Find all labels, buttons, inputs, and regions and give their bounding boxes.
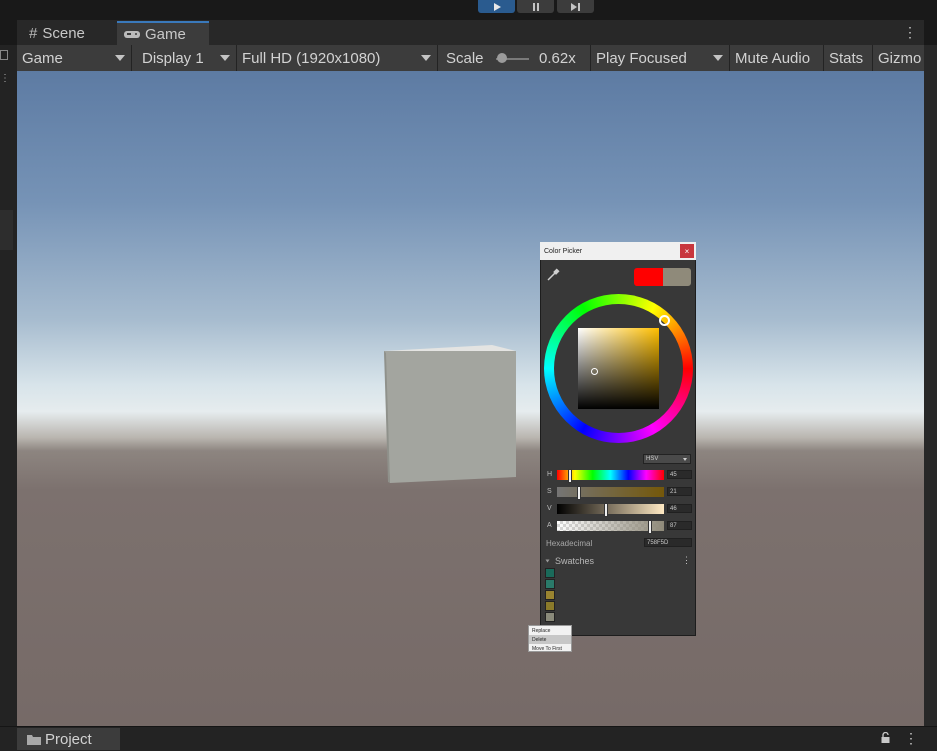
foldout-arrow-icon: [545, 559, 550, 563]
swatch[interactable]: [545, 579, 555, 589]
tab-scene[interactable]: # Scene: [25, 21, 117, 45]
pause-icon: [532, 2, 539, 11]
play-icon: [493, 2, 501, 11]
color-picker-title: Color Picker: [544, 247, 583, 255]
mute-audio-label: Mute Audio: [735, 49, 811, 67]
current-color-swatch: [634, 268, 663, 286]
play-button[interactable]: [478, 0, 515, 13]
hex-input[interactable]: 758F5D: [644, 538, 692, 547]
scale-slider-handle[interactable]: [497, 53, 507, 63]
tab-scene-label: Scene: [42, 24, 85, 42]
resolution-dropdown[interactable]: Full HD (1920x1080): [237, 45, 438, 71]
swatches-menu-icon[interactable]: ⋮: [682, 555, 691, 566]
swatch[interactable]: [545, 590, 555, 600]
slider-a-value[interactable]: 87: [667, 521, 692, 530]
tab-project-label: Project: [45, 730, 92, 748]
chevron-down-icon: [115, 55, 125, 61]
slider-v-track[interactable]: [557, 504, 664, 514]
menu-dots-icon[interactable]: ⋮: [0, 74, 10, 89]
tab-game[interactable]: Game: [117, 21, 209, 45]
slider-v-handle[interactable]: [604, 503, 609, 517]
slider-a[interactable]: A 87: [546, 520, 692, 534]
swatch[interactable]: [545, 568, 555, 578]
play-focus-label: Play Focused: [596, 49, 687, 67]
chevron-down-icon: [421, 55, 431, 61]
swatches-foldout[interactable]: Swatches ⋮: [545, 555, 692, 568]
stats-toggle[interactable]: Stats: [824, 45, 873, 71]
chevron-down-icon: [220, 55, 230, 61]
slider-h-handle[interactable]: [568, 469, 573, 483]
hue-wheel-handle[interactable]: [659, 315, 670, 326]
layout-icon: [0, 50, 8, 60]
scale-control: Scale 0.62x: [438, 45, 591, 71]
slider-s-handle[interactable]: [577, 486, 582, 500]
slider-v-label: V: [547, 505, 552, 512]
slider-s-track[interactable]: [557, 487, 664, 497]
saturation-value-square[interactable]: [578, 328, 659, 409]
slider-h-track[interactable]: [557, 470, 664, 480]
close-icon: ×: [684, 246, 690, 256]
menu-item-delete[interactable]: Delete: [529, 635, 571, 644]
display-dropdown[interactable]: Display 1: [132, 45, 237, 71]
gamepad-icon: [124, 31, 140, 38]
stats-label: Stats: [829, 49, 864, 67]
swatch[interactable]: [545, 601, 555, 611]
slider-a-handle[interactable]: [648, 520, 653, 534]
gizmos-toggle[interactable]: Gizmo: [873, 45, 924, 71]
right-panel-edge: [924, 45, 937, 750]
color-picker-titlebar[interactable]: Color Picker: [540, 242, 696, 260]
menu-item-replace[interactable]: Replace: [529, 626, 571, 635]
scale-label: Scale: [446, 49, 484, 67]
folder-icon: [27, 734, 41, 745]
swatch-list: [545, 568, 556, 624]
slider-h-label: H: [547, 471, 553, 478]
chevron-down-icon: [683, 458, 687, 461]
color-mode-label: HSV: [646, 456, 659, 462]
swatch-context-menu: Replace Delete Move To First: [528, 625, 572, 652]
sv-handle[interactable]: [591, 368, 598, 375]
tab-project[interactable]: Project: [17, 728, 120, 750]
close-button[interactable]: ×: [680, 244, 694, 258]
chevron-down-icon: [713, 55, 723, 61]
more-options-icon[interactable]: ⋮: [904, 730, 918, 747]
bottom-panel-bar: [0, 726, 937, 751]
cube-object: [384, 345, 516, 483]
hex-label: Hexadecimal: [546, 539, 593, 548]
slider-h-value[interactable]: 45: [667, 470, 692, 479]
more-options-icon[interactable]: ⋮: [903, 24, 917, 41]
menu-item-move-to-first[interactable]: Move To First: [529, 644, 571, 653]
previous-color-swatch[interactable]: [663, 268, 691, 286]
eyedropper-icon[interactable]: [546, 268, 560, 282]
grid-icon: #: [29, 24, 38, 42]
swatches-label: Swatches: [555, 556, 595, 566]
swatch[interactable]: [545, 612, 555, 622]
display-label: Display 1: [142, 49, 204, 67]
play-focus-dropdown[interactable]: Play Focused: [591, 45, 730, 71]
slider-v[interactable]: V 46: [546, 503, 692, 517]
color-mode-dropdown[interactable]: HSV: [643, 454, 691, 464]
tab-game-label: Game: [145, 25, 186, 43]
left-panel-edge: ⋮: [0, 45, 17, 750]
step-button[interactable]: [557, 0, 594, 13]
step-icon: [570, 2, 580, 11]
gizmos-label: Gizmo: [878, 49, 922, 67]
scale-value: 0.62x: [539, 49, 576, 67]
mute-audio-toggle[interactable]: Mute Audio: [730, 45, 824, 71]
resolution-label: Full HD (1920x1080): [242, 49, 381, 67]
lock-icon[interactable]: [880, 732, 891, 744]
slider-a-label: A: [547, 522, 552, 529]
slider-s[interactable]: S 21: [546, 486, 692, 500]
pause-button[interactable]: [517, 0, 554, 13]
slider-h[interactable]: H 45: [546, 469, 692, 483]
collapsed-panel[interactable]: [0, 210, 13, 250]
slider-s-value[interactable]: 21: [667, 487, 692, 496]
view-mode-label: Game: [22, 49, 63, 67]
slider-s-label: S: [547, 488, 552, 495]
view-mode-dropdown[interactable]: Game: [17, 45, 132, 71]
color-preview: [634, 268, 691, 286]
top-toolbar: [0, 0, 937, 20]
slider-v-value[interactable]: 46: [667, 504, 692, 513]
